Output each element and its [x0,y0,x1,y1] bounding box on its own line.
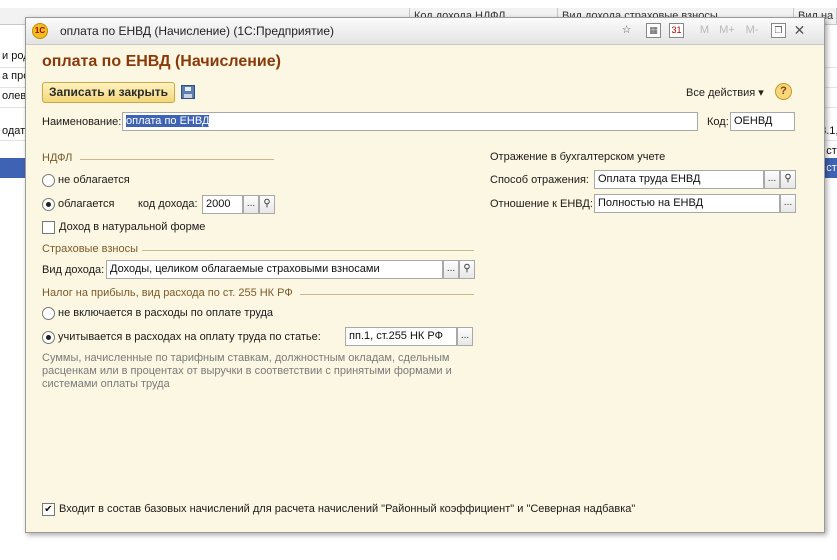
ndfl-taxed-label[interactable]: облагается [58,198,114,210]
window-title: оплата по ЕНВД (Начисление) (1С:Предприя… [60,24,334,38]
form-window: 1С оплата по ЕНВД (Начисление) (1С:Предп… [25,17,825,533]
list-cell[interactable]: одат [2,121,25,141]
income-type-search-icon[interactable]: ⚲ [459,260,475,279]
income-type-field[interactable]: Доходы, целиком облагаемые страховыми вз… [106,260,443,279]
income-code-select-button[interactable]: ... [243,195,259,214]
window-titlebar[interactable]: 1С оплата по ЕНВД (Начисление) (1С:Предп… [26,18,824,45]
in-kind-checkbox[interactable] [42,221,55,234]
form-title: оплата по ЕНВД (Начисление) [42,53,281,70]
accounting-method-field[interactable]: Оплата труда ЕНВД [594,170,764,189]
description-note: Суммы, начисленные по тарифным ставкам, … [42,352,452,390]
income-type-select-button[interactable]: ... [443,260,459,279]
included-label[interactable]: учитывается в расходах на оплату труда п… [58,331,321,343]
income-type-label: Вид дохода: [42,264,105,276]
close-icon[interactable]: ✕ [792,23,807,38]
calculator-icon[interactable]: ▦ [646,23,661,38]
save-icon[interactable] [181,85,195,99]
favorite-star-icon[interactable]: ☆ [619,23,634,38]
ndfl-not-taxed-label[interactable]: не облагается [58,174,130,186]
ndfl-group-label: НДФЛ [42,152,73,164]
calendar-icon[interactable]: 31 [669,23,684,38]
accounting-method-select-button[interactable]: ... [764,170,780,189]
in-kind-label[interactable]: Доход в натуральной форме [59,221,205,233]
included-radio[interactable] [42,331,55,344]
profit-tax-group-label: Налог на прибыль, вид расхода по ст. 255… [42,287,293,299]
save-and-close-button[interactable]: Записать и закрыть [42,82,175,103]
memory-plus-button[interactable]: M+ [717,23,737,38]
envd-relation-field[interactable]: Полностью на ЕНВД [594,194,780,213]
envd-relation-label: Отношение к ЕНВД: [490,198,593,210]
ndfl-taxed-radio[interactable] [42,198,55,211]
article-field[interactable]: пп.1, ст.255 НК РФ [345,327,457,346]
income-code-label: код дохода: [138,198,198,210]
not-included-radio[interactable] [42,307,55,320]
restore-window-icon[interactable]: ❐ [771,23,786,38]
base-accruals-label[interactable]: Входит в состав базовых начислений для р… [59,503,635,515]
memory-m-button[interactable]: M [697,23,712,38]
accounting-group-label: Отражение в бухгалтерском учете [490,151,666,163]
accounting-method-label: Способ отражения: [490,174,589,186]
name-label: Наименование: [42,116,122,128]
name-field-value: оплата по ЕНВД [126,115,210,127]
memory-minus-button[interactable]: M- [742,23,762,38]
article-select-button[interactable]: ... [457,327,473,346]
insurance-group-label: Страховые взносы [42,243,138,255]
help-icon[interactable]: ? [775,83,792,100]
code-field[interactable]: ОЕНВД [730,112,795,131]
envd-relation-select-button[interactable]: ... [780,194,796,213]
all-actions-menu[interactable]: Все действия ▾ [686,86,764,99]
code-label: Код: [707,116,729,128]
accounting-method-search-icon[interactable]: ⚲ [780,170,796,189]
name-field[interactable]: оплата по ЕНВД [122,112,698,131]
ndfl-not-taxed-radio[interactable] [42,174,55,187]
app-logo-icon: 1С [32,23,48,39]
income-code-field[interactable]: 2000 [202,195,243,214]
income-code-search-icon[interactable]: ⚲ [259,195,275,214]
not-included-label[interactable]: не включается в расходы по оплате труда [58,307,273,319]
base-accruals-checkbox[interactable]: ✔ [42,503,55,516]
